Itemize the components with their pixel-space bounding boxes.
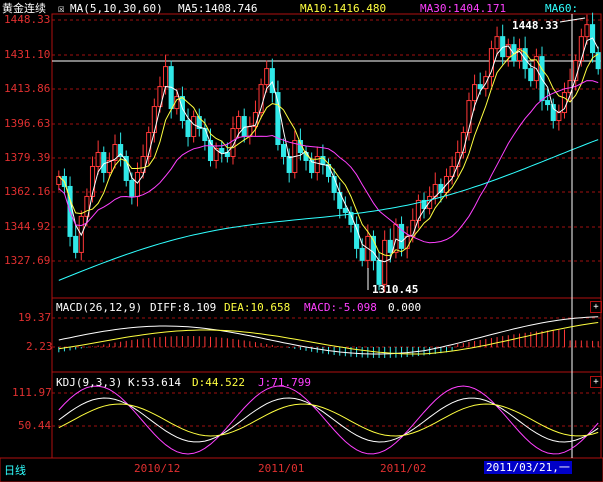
ma5-line [58, 37, 599, 263]
y-tick: 1379.39 [4, 151, 51, 164]
ma30-value: MA30:1404.171 [420, 2, 507, 15]
macd-dea: DEA:10.658 [224, 301, 291, 314]
macd-value: MACD:-5.098 [304, 301, 377, 314]
y-tick: 1362.16 [4, 185, 51, 198]
candle-body [95, 152, 101, 167]
candle-body [393, 223, 399, 253]
kdj-y-tick: 111.97 [12, 386, 52, 399]
macd-title: MACD(26,12,9) [56, 301, 143, 314]
candle-body [101, 152, 107, 173]
y-tick: 1413.86 [4, 82, 51, 95]
y-tick: 1344.92 [4, 220, 51, 233]
candle-body [342, 207, 348, 213]
y-tick: 1396.63 [4, 117, 51, 130]
candle-body [219, 148, 225, 154]
candle-body [578, 36, 584, 62]
candle-body [280, 144, 287, 158]
y-tick: 1327.69 [4, 254, 51, 267]
date-label: 2011/02 [380, 462, 427, 475]
candle-body [264, 68, 270, 86]
macd-y-tick: 19.37 [18, 311, 52, 324]
date-label: 2011/01 [258, 462, 305, 475]
candle-body [472, 84, 478, 102]
candle-body [202, 128, 208, 142]
ma5-value: MA5:1408.746 [178, 2, 258, 15]
macd-extra: 0.000 [388, 301, 422, 314]
kdj-k: K:53.614 [128, 376, 181, 389]
candle-body [556, 112, 562, 122]
macd-y-tick: 2.23 [26, 340, 53, 353]
kdj-d: D:44.522 [192, 376, 245, 389]
candle-body [163, 66, 169, 88]
period-tab[interactable]: 日线 [4, 464, 26, 477]
candle-body [185, 120, 191, 138]
candle-body [528, 68, 534, 82]
candle-body [545, 100, 551, 106]
low-label: 1310.45 [372, 283, 419, 296]
candle-body [382, 239, 388, 285]
candle-body [387, 239, 393, 253]
candle-body [151, 106, 157, 134]
y-tick: 1448.33 [4, 13, 51, 26]
candle-body [477, 84, 483, 90]
cursor-date: 2011/03/21,一 [484, 461, 572, 474]
chart-window: 黄金连续 ☒ MA(5,10,30,60) MA5:1408.746 MA10:… [0, 0, 603, 482]
ma10-value: MA10:1416.480 [300, 2, 387, 15]
y-tick: 1431.10 [4, 48, 51, 61]
high-label: 1448.33 [512, 19, 559, 32]
kdj-title: KDJ(9,3,3) [56, 376, 123, 389]
candle-body [376, 259, 382, 285]
candle-body [286, 156, 292, 173]
kdj-expand-button[interactable]: + [590, 376, 602, 388]
ma10-line [58, 48, 599, 257]
candle-body [129, 179, 135, 197]
ma-icon: ☒ [58, 2, 65, 15]
candle-body [494, 36, 500, 50]
candle-body [191, 116, 197, 138]
candle-body [269, 68, 275, 94]
macd-expand-button[interactable]: + [590, 301, 602, 313]
candle-body [236, 116, 242, 130]
ma60-value: MA60: [545, 2, 579, 15]
date-label: 2010/12 [134, 462, 181, 475]
chart-canvas[interactable] [0, 0, 603, 482]
candle-body [73, 235, 79, 253]
macd-diff: DIFF:8.109 [150, 301, 217, 314]
ma-title: MA(5,10,30,60) [70, 2, 163, 15]
candle-body [584, 24, 590, 38]
k-line [58, 397, 599, 443]
candle-body [359, 247, 365, 261]
kdj-y-tick: 50.44 [18, 419, 52, 432]
kdj-j: J:71.799 [258, 376, 311, 389]
candle-body [134, 171, 141, 197]
